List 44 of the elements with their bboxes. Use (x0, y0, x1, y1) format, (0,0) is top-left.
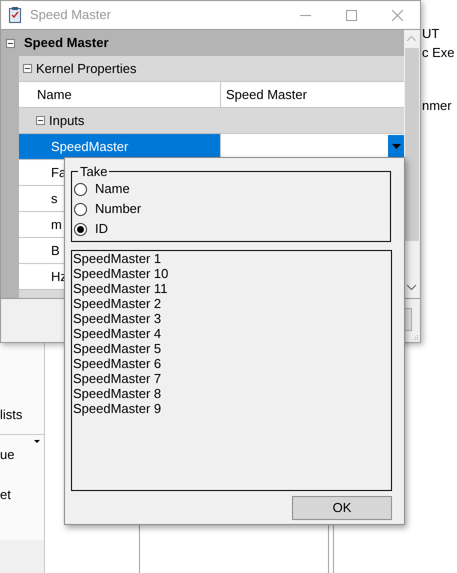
scrollbar[interactable] (404, 30, 420, 298)
property-name[interactable]: SpeedMaster (19, 134, 221, 159)
sidebar-item[interactable]: et (0, 485, 11, 505)
collapse-icon[interactable] (23, 64, 32, 73)
list-item[interactable]: SpeedMaster 9 (73, 401, 162, 416)
list-item[interactable]: SpeedMaster 3 (73, 311, 162, 326)
window-title: Speed Master (30, 6, 112, 24)
scroll-thumb[interactable] (405, 48, 419, 241)
group-label: Take (79, 164, 108, 179)
radio-option[interactable]: ID (74, 219, 388, 239)
list-item[interactable]: SpeedMaster 11 (73, 281, 168, 296)
property-name[interactable]: s (51, 188, 58, 208)
list-box[interactable]: SpeedMaster 1 SpeedMaster 10 SpeedMaster 11 SpeedMaster 2 SpeedMaster 3 SpeedMaster 4 SpeedMaster 5 SpeedMaster 6 SpeedMaster 7 SpeedMaster 8 SpeedMaster 9 (71, 250, 392, 491)
list-item[interactable]: SpeedMaster 4 (73, 326, 162, 341)
category-label: Inputs (49, 112, 84, 130)
scroll-up-icon[interactable] (407, 36, 416, 41)
list-item[interactable]: SpeedMaster 8 (73, 386, 162, 401)
property-name[interactable]: B (51, 240, 60, 260)
scroll-down-icon[interactable] (407, 285, 416, 290)
collapse-icon[interactable] (36, 116, 45, 125)
category-label: Kernel Properties (36, 60, 136, 78)
list-item[interactable]: SpeedMaster 7 (73, 371, 162, 386)
caret-icon[interactable] (34, 440, 40, 443)
clipboard-icon (9, 7, 21, 23)
list-item[interactable]: SpeedMaster 5 (73, 341, 162, 356)
property-name[interactable]: m (51, 214, 62, 234)
sidebar-item[interactable]: lists (0, 404, 22, 424)
list-item[interactable]: SpeedMaster 2 (73, 296, 162, 311)
radio-option[interactable]: Number (74, 199, 388, 219)
collapse-icon[interactable] (6, 38, 15, 48)
property-value: Speed Master (225, 86, 308, 104)
sidebar-item[interactable]: ue (0, 445, 14, 465)
caret-icon (392, 144, 400, 149)
grid-title: Speed Master (24, 34, 109, 52)
list-item[interactable]: SpeedMaster 1 (73, 251, 162, 266)
dropdown-button[interactable] (388, 134, 404, 158)
background-text: UT (422, 26, 440, 42)
list-item[interactable]: SpeedMaster 6 (73, 356, 162, 371)
ok-button[interactable]: OK (292, 496, 392, 520)
list-item[interactable]: SpeedMaster 10 (73, 266, 168, 281)
background-text: c Exe (422, 45, 455, 61)
background-text: nmer (422, 98, 452, 114)
property-name[interactable]: Name (37, 84, 72, 104)
radio-option[interactable]: Name (74, 179, 388, 199)
